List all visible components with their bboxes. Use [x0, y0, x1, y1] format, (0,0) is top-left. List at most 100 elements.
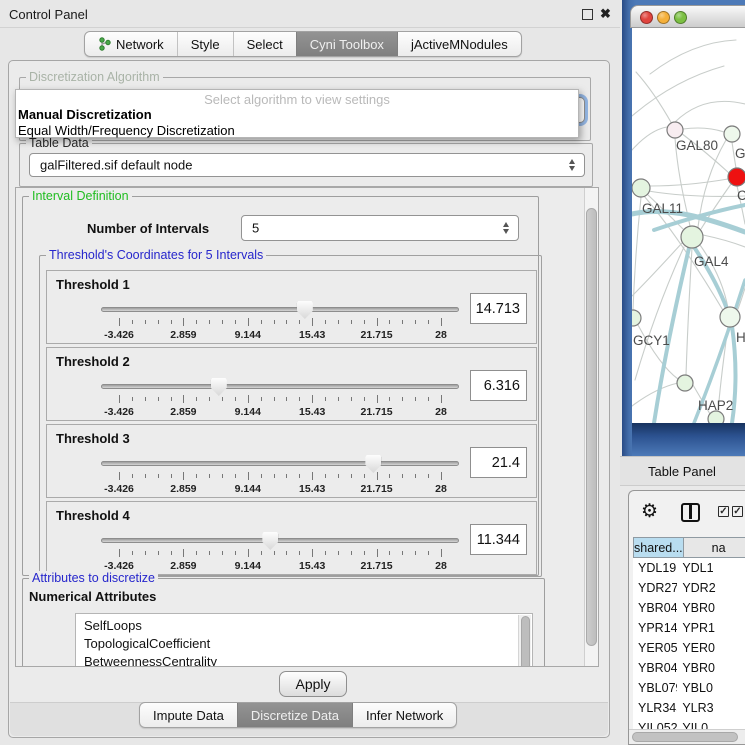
- network-node[interactable]: [667, 122, 683, 138]
- slider-thumb[interactable]: [297, 301, 313, 319]
- slider-track[interactable]: [101, 538, 459, 543]
- network-node[interactable]: [677, 375, 693, 391]
- table-row[interactable]: YPR145WYPR1: [633, 618, 745, 638]
- table-cell[interactable]: YDR2: [677, 578, 745, 598]
- table-cell[interactable]: YDL1: [677, 558, 745, 578]
- tab-network[interactable]: Network: [85, 32, 177, 56]
- slider-thumb[interactable]: [262, 532, 278, 550]
- table-cell[interactable]: YER0: [677, 638, 745, 658]
- table-cell[interactable]: YBL079W: [633, 678, 677, 698]
- network-node[interactable]: [632, 179, 650, 197]
- table-cell[interactable]: YDL19...: [633, 558, 677, 578]
- tick-mark: [402, 397, 403, 401]
- dropdown-option-equal-width[interactable]: Equal Width/Frequency Discretization: [18, 123, 235, 138]
- attribute-item-betweennesscentrality[interactable]: BetweennessCentrality: [84, 653, 532, 667]
- network-node[interactable]: [632, 310, 641, 326]
- table-cell[interactable]: YER054C: [633, 638, 677, 658]
- zoom-traffic-light-icon[interactable]: [674, 11, 687, 24]
- network-node[interactable]: [728, 168, 745, 186]
- scrollbar-thumb[interactable]: [586, 208, 597, 646]
- slider-track[interactable]: [101, 461, 459, 466]
- attribute-item-topologicalcoefficient[interactable]: TopologicalCoefficient: [84, 635, 532, 653]
- attribute-item-selfloops[interactable]: SelfLoops: [84, 617, 532, 635]
- tick-mark: [441, 395, 442, 403]
- table-cell[interactable]: YLR345W: [633, 698, 677, 718]
- checkbox-icon[interactable]: ✓: [718, 506, 729, 517]
- table-cell[interactable]: YBR0: [677, 598, 745, 618]
- tab-jactivemnodules[interactable]: jActiveMNodules: [397, 32, 521, 56]
- tab-cyni-toolbox[interactable]: Cyni Toolbox: [296, 32, 397, 56]
- table-cell[interactable]: YBR045C: [633, 658, 677, 678]
- minimize-traffic-light-icon[interactable]: [657, 11, 670, 24]
- split-columns-icon[interactable]: [681, 503, 700, 522]
- table-row[interactable]: YLR345WYLR3: [633, 698, 745, 718]
- network-canvas[interactable]: GAL80GACGAL11GAL4GCY1HAHAP2: [632, 28, 745, 423]
- threshold-slider[interactable]: -3.4262.8599.14415.4321.71528: [101, 305, 459, 341]
- tick-mark: [158, 474, 159, 478]
- attributes-list-scrollbar[interactable]: [518, 615, 531, 667]
- table-row[interactable]: YBR045CYBR0: [633, 658, 745, 678]
- threshold-slider[interactable]: -3.4262.8599.14415.4321.71528: [101, 382, 459, 418]
- table-cell[interactable]: YBR043C: [633, 598, 677, 618]
- tab-style[interactable]: Style: [177, 32, 233, 56]
- tick-label: 21.715: [361, 329, 393, 341]
- tab-infer-network[interactable]: Infer Network: [352, 703, 456, 727]
- table-row[interactable]: YER054CYER0: [633, 638, 745, 658]
- table-cell[interactable]: YPR145W: [633, 618, 677, 638]
- table-row[interactable]: YDL19...YDL1: [633, 558, 745, 578]
- slider-track[interactable]: [101, 307, 459, 312]
- threshold-value-field[interactable]: [470, 293, 527, 324]
- table-cell[interactable]: YBL0: [677, 678, 745, 698]
- scrollbar-thumb[interactable]: [632, 732, 738, 742]
- threshold-value-field[interactable]: [470, 447, 527, 478]
- table-cell[interactable]: YBR0: [677, 658, 745, 678]
- network-node[interactable]: [681, 226, 703, 248]
- tab-label: Cyni Toolbox: [310, 37, 384, 52]
- tick-mark: [196, 474, 197, 478]
- table-data-combobox[interactable]: galFiltered.sif default node: [29, 153, 585, 177]
- tick-mark: [402, 320, 403, 324]
- tab-impute-data[interactable]: Impute Data: [140, 703, 237, 727]
- column-header-na[interactable]: na: [684, 537, 745, 558]
- table-cell[interactable]: YPR1: [677, 618, 745, 638]
- tick-mark: [132, 551, 133, 555]
- numerical-attributes-list[interactable]: SelfLoopsTopologicalCoefficientBetweenne…: [75, 613, 533, 667]
- gear-icon[interactable]: ⚙: [641, 502, 658, 522]
- tab-discretize-data[interactable]: Discretize Data: [237, 703, 352, 727]
- network-node[interactable]: [724, 126, 740, 142]
- tick-mark: [428, 474, 429, 478]
- apply-button[interactable]: Apply: [279, 671, 347, 697]
- threshold-panels: Threshold 1 -3.4262.8599.14415.4321.7152…: [46, 270, 537, 578]
- threshold-label: Threshold 4: [56, 508, 130, 523]
- threshold-value-field[interactable]: [470, 524, 527, 555]
- column-header-shared-[interactable]: shared...: [633, 537, 684, 558]
- table-row[interactable]: YBL079WYBL0: [633, 678, 745, 698]
- threshold-value-field[interactable]: [470, 370, 527, 401]
- tick-mark: [119, 395, 120, 403]
- tick-mark: [377, 549, 378, 557]
- float-window-icon[interactable]: [582, 9, 593, 20]
- dropdown-option-manual[interactable]: Manual Discretization: [18, 107, 152, 122]
- number-of-intervals-combobox[interactable]: 5: [241, 215, 519, 241]
- table-row[interactable]: YDR27...YDR2: [633, 578, 745, 598]
- table-panel-window: ⚙ ✓ ✓ shared...na YDL19...YDL1YDR27...YD…: [628, 490, 745, 745]
- scrollbar-thumb[interactable]: [521, 616, 530, 667]
- tick-mark: [119, 318, 120, 326]
- slider-thumb[interactable]: [211, 378, 227, 396]
- tick-mark: [325, 474, 326, 478]
- close-icon[interactable]: ✖: [599, 7, 612, 20]
- slider-track[interactable]: [101, 384, 459, 389]
- threshold-slider[interactable]: -3.4262.8599.14415.4321.71528: [101, 459, 459, 495]
- close-traffic-light-icon[interactable]: [640, 11, 653, 24]
- network-node[interactable]: [720, 307, 740, 327]
- table-horizontal-scrollbar[interactable]: [629, 729, 745, 744]
- table-cell[interactable]: YLR3: [677, 698, 745, 718]
- threshold-slider[interactable]: -3.4262.8599.14415.4321.71528: [101, 536, 459, 572]
- tab-select[interactable]: Select: [233, 32, 296, 56]
- checkbox-icon[interactable]: ✓: [732, 506, 743, 517]
- slider-thumb[interactable]: [365, 455, 381, 473]
- table-row[interactable]: YBR043CYBR0: [633, 598, 745, 618]
- table-cell[interactable]: YDR27...: [633, 578, 677, 598]
- settings-vertical-scrollbar[interactable]: [584, 188, 598, 666]
- tab-label: Impute Data: [153, 708, 224, 723]
